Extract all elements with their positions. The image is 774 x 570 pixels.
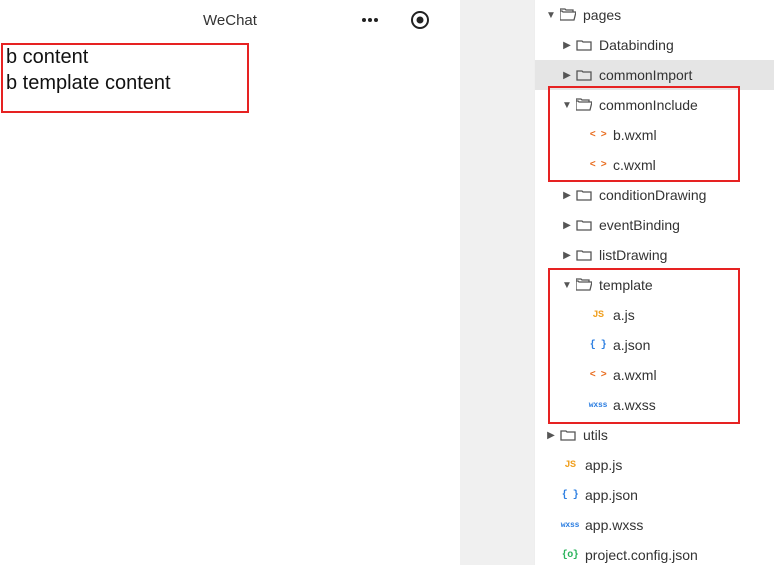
tree-folder-template[interactable]: ▼ template (535, 270, 774, 300)
folder-label: Databinding (599, 37, 674, 53)
file-label: c.wxml (613, 157, 656, 173)
file-tree: ▼ pages ▶ Databinding ▶ commonImport ▼ (535, 0, 774, 570)
file-label: a.wxml (613, 367, 657, 383)
more-icon[interactable] (360, 10, 380, 30)
chevron-right-icon: ▶ (545, 430, 557, 441)
file-label: app.json (585, 487, 638, 503)
folder-open-icon (575, 98, 593, 112)
tree-file-app-wxss[interactable]: wxss app.wxss (535, 510, 774, 540)
wxml-file-icon: < > (589, 130, 607, 141)
tree-file-a-js[interactable]: JS a.js (535, 300, 774, 330)
tree-folder-listdrawing[interactable]: ▶ listDrawing (535, 240, 774, 270)
tree-folder-pages[interactable]: ▼ pages (535, 0, 774, 30)
chevron-down-icon: ▼ (561, 100, 573, 111)
simulator-titlebar: WeChat (0, 0, 460, 40)
folder-icon (575, 68, 593, 82)
file-tree-panel: ▼ pages ▶ Databinding ▶ commonImport ▼ (534, 0, 774, 565)
wxml-file-icon: < > (589, 370, 607, 381)
content-line: b content (6, 44, 454, 70)
tree-folder-commonimport[interactable]: ▶ commonImport (535, 60, 774, 90)
tree-file-app-js[interactable]: JS app.js (535, 450, 774, 480)
tree-folder-databinding[interactable]: ▶ Databinding (535, 30, 774, 60)
file-label: app.js (585, 457, 622, 473)
chevron-right-icon: ▶ (561, 40, 573, 51)
file-label: project.config.json (585, 547, 698, 563)
js-file-icon: JS (561, 460, 579, 471)
folder-label: listDrawing (599, 247, 667, 263)
tree-file-project-config[interactable]: {o} project.config.json (535, 540, 774, 570)
file-label: a.js (613, 307, 635, 323)
tree-folder-eventbinding[interactable]: ▶ eventBinding (535, 210, 774, 240)
chevron-right-icon: ▶ (561, 220, 573, 231)
folder-label: eventBinding (599, 217, 680, 233)
folder-icon (559, 428, 577, 442)
chevron-right-icon: ▶ (561, 250, 573, 261)
file-label: b.wxml (613, 127, 657, 143)
js-file-icon: JS (589, 310, 607, 321)
folder-label: utils (583, 427, 608, 443)
file-label: app.wxss (585, 517, 643, 533)
content-line: b template content (6, 70, 454, 96)
tree-file-app-json[interactable]: { } app.json (535, 480, 774, 510)
chevron-right-icon: ▶ (561, 190, 573, 201)
wxss-file-icon: wxss (561, 521, 579, 530)
file-label: a.wxss (613, 397, 656, 413)
file-label: a.json (613, 337, 650, 353)
folder-icon (575, 248, 593, 262)
target-icon[interactable] (410, 10, 430, 30)
folder-icon (575, 188, 593, 202)
tree-file-a-wxss[interactable]: wxss a.wxss (535, 390, 774, 420)
config-file-icon: {o} (561, 550, 579, 561)
simulator-panel: WeChat b content b template content (0, 0, 460, 565)
chevron-right-icon: ▶ (561, 70, 573, 81)
json-file-icon: { } (589, 340, 607, 351)
folder-label: commonImport (599, 67, 692, 83)
tree-folder-utils[interactable]: ▶ utils (535, 420, 774, 450)
folder-open-icon (559, 8, 577, 22)
folder-icon (575, 218, 593, 232)
folder-icon (575, 38, 593, 52)
tree-file-c-wxml[interactable]: < > c.wxml (535, 150, 774, 180)
folder-label: commonInclude (599, 97, 698, 113)
folder-label: conditionDrawing (599, 187, 706, 203)
simulator-title: WeChat (203, 12, 257, 29)
wxml-file-icon: < > (589, 160, 607, 171)
tree-file-a-wxml[interactable]: < > a.wxml (535, 360, 774, 390)
tree-folder-conditiondrawing[interactable]: ▶ conditionDrawing (535, 180, 774, 210)
chevron-down-icon: ▼ (545, 10, 557, 21)
tree-file-b-wxml[interactable]: < > b.wxml (535, 120, 774, 150)
gutter (460, 0, 534, 565)
chevron-down-icon: ▼ (561, 280, 573, 291)
folder-open-icon (575, 278, 593, 292)
folder-label: pages (583, 7, 621, 23)
tree-folder-commoninclude[interactable]: ▼ commonInclude (535, 90, 774, 120)
folder-label: template (599, 277, 653, 293)
json-file-icon: { } (561, 490, 579, 501)
wxss-file-icon: wxss (589, 401, 607, 410)
tree-file-a-json[interactable]: { } a.json (535, 330, 774, 360)
simulator-content: b content b template content (0, 40, 460, 100)
